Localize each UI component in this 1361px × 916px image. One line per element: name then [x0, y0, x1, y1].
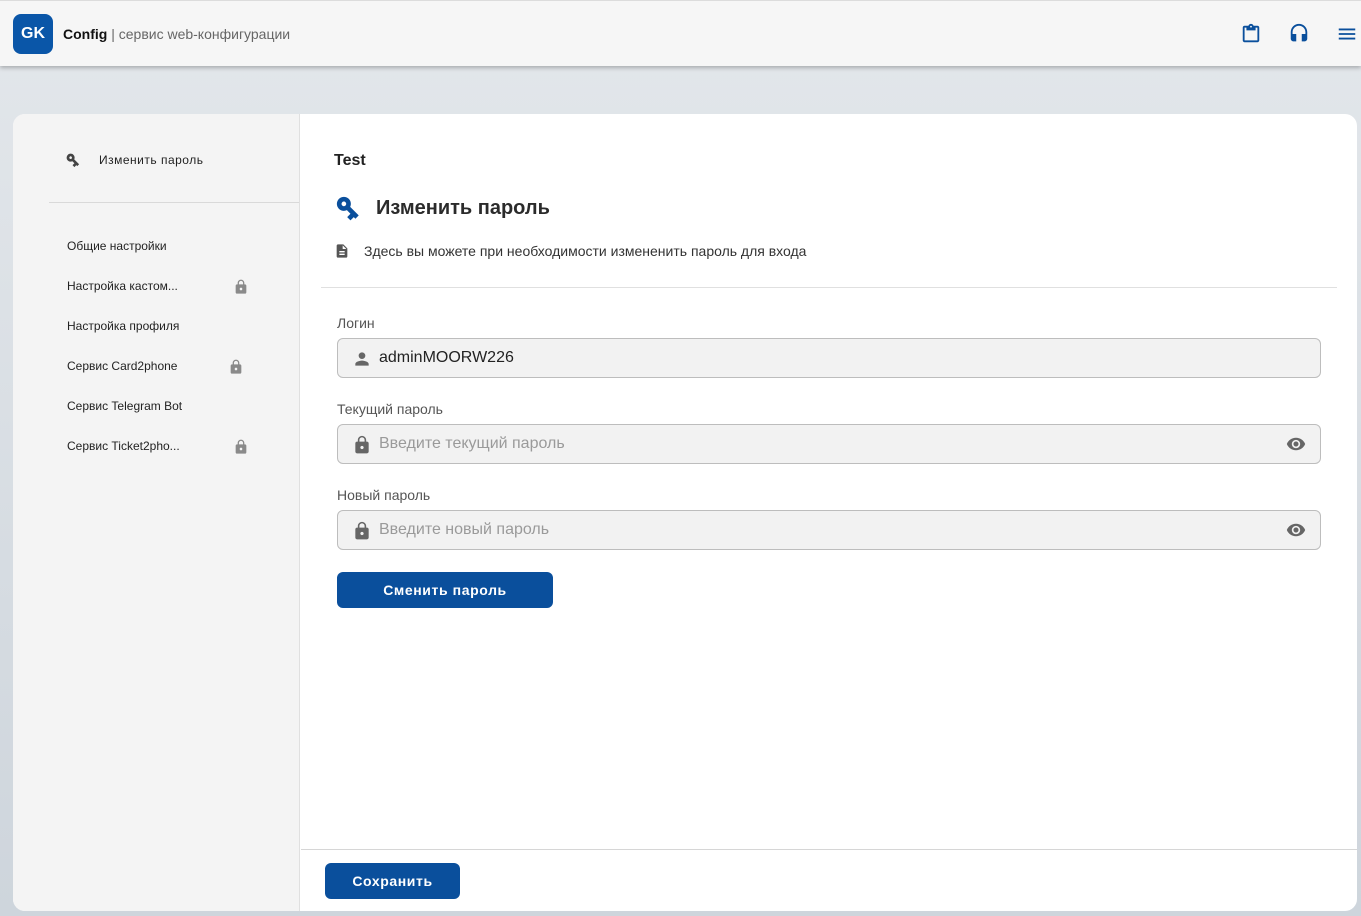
- current-password-input[interactable]: [379, 425, 1279, 463]
- lock-icon: [235, 439, 247, 454]
- eye-icon[interactable]: [1284, 434, 1308, 454]
- sidebar-item-profile[interactable]: Настройка профиля: [67, 314, 257, 338]
- sidebar-item-label: Общие настройки: [67, 239, 167, 253]
- current-password-label: Текущий пароль: [337, 401, 443, 417]
- top-bar: GK Config | сервис web-конфигурации: [0, 0, 1361, 66]
- lock-icon: [355, 521, 369, 540]
- sidebar-item-label: Настройка профиля: [67, 319, 180, 333]
- clipboard-icon[interactable]: [1240, 23, 1262, 45]
- current-password-field-container: [337, 424, 1321, 464]
- app-subtitle: | сервис web-конфигурации: [111, 26, 291, 42]
- user-icon: [355, 352, 369, 366]
- description-row: Здесь вы можете при необходимости измене…: [334, 242, 806, 260]
- sidebar: Изменить пароль Общие настройки Настройк…: [13, 114, 300, 911]
- headset-icon[interactable]: [1288, 23, 1310, 45]
- footer-divider: [301, 849, 1357, 850]
- lock-icon: [355, 435, 369, 454]
- eye-icon[interactable]: [1284, 520, 1308, 540]
- new-password-field-container: [337, 510, 1321, 550]
- sidebar-item-change-password[interactable]: Изменить пароль: [65, 150, 203, 170]
- page-description: Здесь вы можете при необходимости измене…: [364, 243, 807, 259]
- sidebar-item-label: Сервис Ticket2pho...: [67, 439, 180, 453]
- app-title: Config | сервис web-конфигурации: [63, 26, 290, 42]
- sidebar-item-label: Сервис Card2phone: [67, 359, 178, 373]
- page-title: Изменить пароль: [376, 196, 550, 219]
- sidebar-item-label: Сервис Telegram Bot: [67, 399, 183, 413]
- sidebar-item-label: Настройка кастом...: [67, 279, 178, 293]
- sidebar-divider: [49, 202, 299, 203]
- sidebar-item-custom-settings[interactable]: Настройка кастом...: [67, 274, 257, 298]
- new-password-label: Новый пароль: [337, 487, 431, 503]
- sidebar-header-label: Изменить пароль: [99, 153, 204, 167]
- change-password-button[interactable]: Сменить пароль: [337, 572, 553, 608]
- key-icon: [66, 153, 80, 168]
- lock-icon: [230, 359, 242, 374]
- key-icon: [336, 196, 359, 221]
- login-input[interactable]: [379, 339, 1279, 377]
- section-title: Test: [334, 152, 366, 169]
- document-icon: [336, 244, 348, 258]
- sidebar-item-ticket2phone[interactable]: Сервис Ticket2pho...: [67, 434, 257, 458]
- lock-icon: [235, 279, 247, 294]
- sidebar-item-telegram-bot[interactable]: Сервис Telegram Bot: [67, 394, 257, 418]
- content-card: Изменить пароль Общие настройки Настройк…: [13, 114, 1357, 911]
- content-divider: [321, 287, 1337, 288]
- menu-icon[interactable]: [1336, 23, 1358, 45]
- new-password-input[interactable]: [379, 511, 1279, 549]
- app-name: Config: [63, 26, 108, 42]
- save-button[interactable]: Сохранить: [325, 863, 460, 899]
- sidebar-item-general[interactable]: Общие настройки: [67, 234, 257, 258]
- main-panel: Test Изменить пароль Здесь вы можете при…: [301, 114, 1357, 911]
- page-title-row: Изменить пароль: [334, 194, 550, 222]
- login-label: Логин: [337, 315, 375, 331]
- app-logo[interactable]: GK: [13, 14, 53, 54]
- login-field-container: [337, 338, 1321, 378]
